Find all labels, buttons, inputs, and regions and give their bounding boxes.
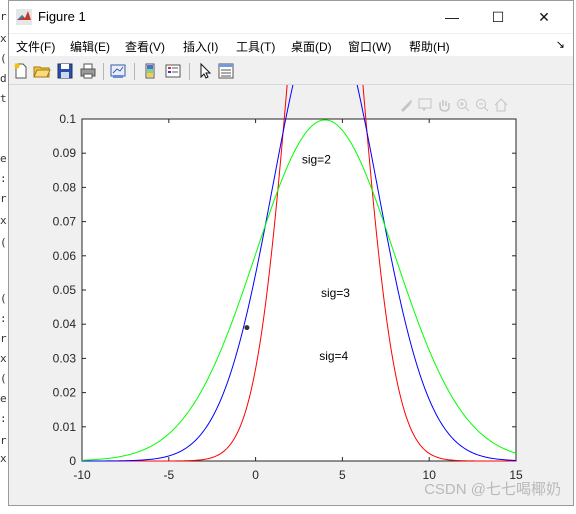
y-tick-label: 0.02 <box>53 386 77 400</box>
print-icon[interactable] <box>79 62 97 80</box>
menu-view[interactable]: 查看(V) <box>125 38 165 55</box>
background-text: r <box>0 10 7 23</box>
menu-help[interactable]: 帮助(H) <box>409 38 450 55</box>
background-text: r <box>0 332 7 345</box>
background-text: : <box>0 312 7 325</box>
insert-colorbar-icon[interactable] <box>141 62 159 80</box>
insert-legend-icon[interactable] <box>164 62 182 80</box>
property-inspector-icon[interactable] <box>217 62 235 80</box>
matlab-logo-icon <box>16 9 32 25</box>
x-tick-label: 5 <box>339 468 346 482</box>
background-text: d <box>0 72 7 85</box>
background-text: ( <box>0 372 7 385</box>
figure-window: Figure 1 — ☐ ✕ 文件(F) 编辑(E) 查看(V) 插入(I) 工… <box>8 0 574 506</box>
toolbar-separator <box>189 63 190 80</box>
open-file-icon[interactable] <box>33 62 51 80</box>
background-text: x <box>0 352 7 365</box>
toolbar-separator <box>134 63 135 80</box>
background-text: ( <box>0 52 7 65</box>
x-tick-label: 0 <box>252 468 259 482</box>
window-title: Figure 1 <box>38 9 86 24</box>
y-tick-label: 0.07 <box>53 215 77 229</box>
maximize-icon: ☐ <box>491 8 505 25</box>
background-text: x <box>0 214 7 227</box>
menu-window[interactable]: 窗口(W) <box>348 38 391 55</box>
y-tick-label: 0.05 <box>53 283 77 297</box>
series-annotation: sig=2 <box>302 152 331 166</box>
toolbar-separator <box>103 63 104 80</box>
y-tick-label: 0.01 <box>53 420 77 434</box>
figure-toolbar <box>9 57 573 85</box>
menu-file[interactable]: 文件(F) <box>16 38 55 55</box>
background-text: ( <box>0 292 7 305</box>
title-bar: Figure 1 — ☐ ✕ <box>9 1 573 33</box>
axes-box <box>81 118 517 462</box>
minimize-button[interactable]: — <box>429 1 475 33</box>
y-tick-label: 0.1 <box>59 112 76 126</box>
menu-desktop[interactable]: 桌面(D) <box>291 38 332 55</box>
series-annotation: sig=3 <box>321 286 350 300</box>
background-text: : <box>0 172 7 185</box>
background-text: r <box>0 192 7 205</box>
series-annotation: sig=4 <box>319 349 348 363</box>
background-text: e <box>0 392 7 405</box>
x-tick-label: -5 <box>163 468 174 482</box>
menubar-dock-arrow-icon[interactable]: ↘ <box>556 38 565 51</box>
csdn-watermark: CSDN @七七喝椰奶 <box>424 481 561 498</box>
menu-tools[interactable]: 工具(T) <box>236 38 275 55</box>
y-tick-label: 0.06 <box>53 249 77 263</box>
background-text: e <box>0 152 7 165</box>
y-tick-label: 0 <box>69 454 76 468</box>
minimize-icon: — <box>445 9 459 25</box>
menu-bar: 文件(F) 编辑(E) 查看(V) 插入(I) 工具(T) 桌面(D) 窗口(W… <box>9 34 573 56</box>
y-tick-label: 0.09 <box>53 146 77 160</box>
menu-edit[interactable]: 编辑(E) <box>70 38 110 55</box>
close-button[interactable]: ✕ <box>521 1 567 33</box>
data-point-marker <box>244 325 250 331</box>
background-text: r <box>0 434 7 447</box>
y-tick-label: 0.04 <box>53 317 77 331</box>
plot-canvas[interactable]: -10 -5 0 5 10 1500.010.020.030.040.050.060.07… <box>9 85 569 485</box>
edit-plot-icon[interactable] <box>196 62 214 80</box>
maximize-button[interactable]: ☐ <box>475 1 521 33</box>
x-tick-label: -10 <box>73 468 91 482</box>
link-plot-icon[interactable] <box>109 62 127 80</box>
new-figure-icon[interactable] <box>12 62 30 80</box>
background-text: t <box>0 92 7 105</box>
y-tick-label: 0.03 <box>53 351 77 365</box>
background-text: x <box>0 452 7 465</box>
save-icon[interactable] <box>56 62 74 80</box>
background-text: : <box>0 412 7 425</box>
menu-insert[interactable]: 插入(I) <box>183 38 218 55</box>
y-tick-label: 0.08 <box>53 180 77 194</box>
background-text: ( <box>0 236 7 249</box>
close-icon: ✕ <box>538 8 550 25</box>
background-text: x <box>0 32 7 45</box>
